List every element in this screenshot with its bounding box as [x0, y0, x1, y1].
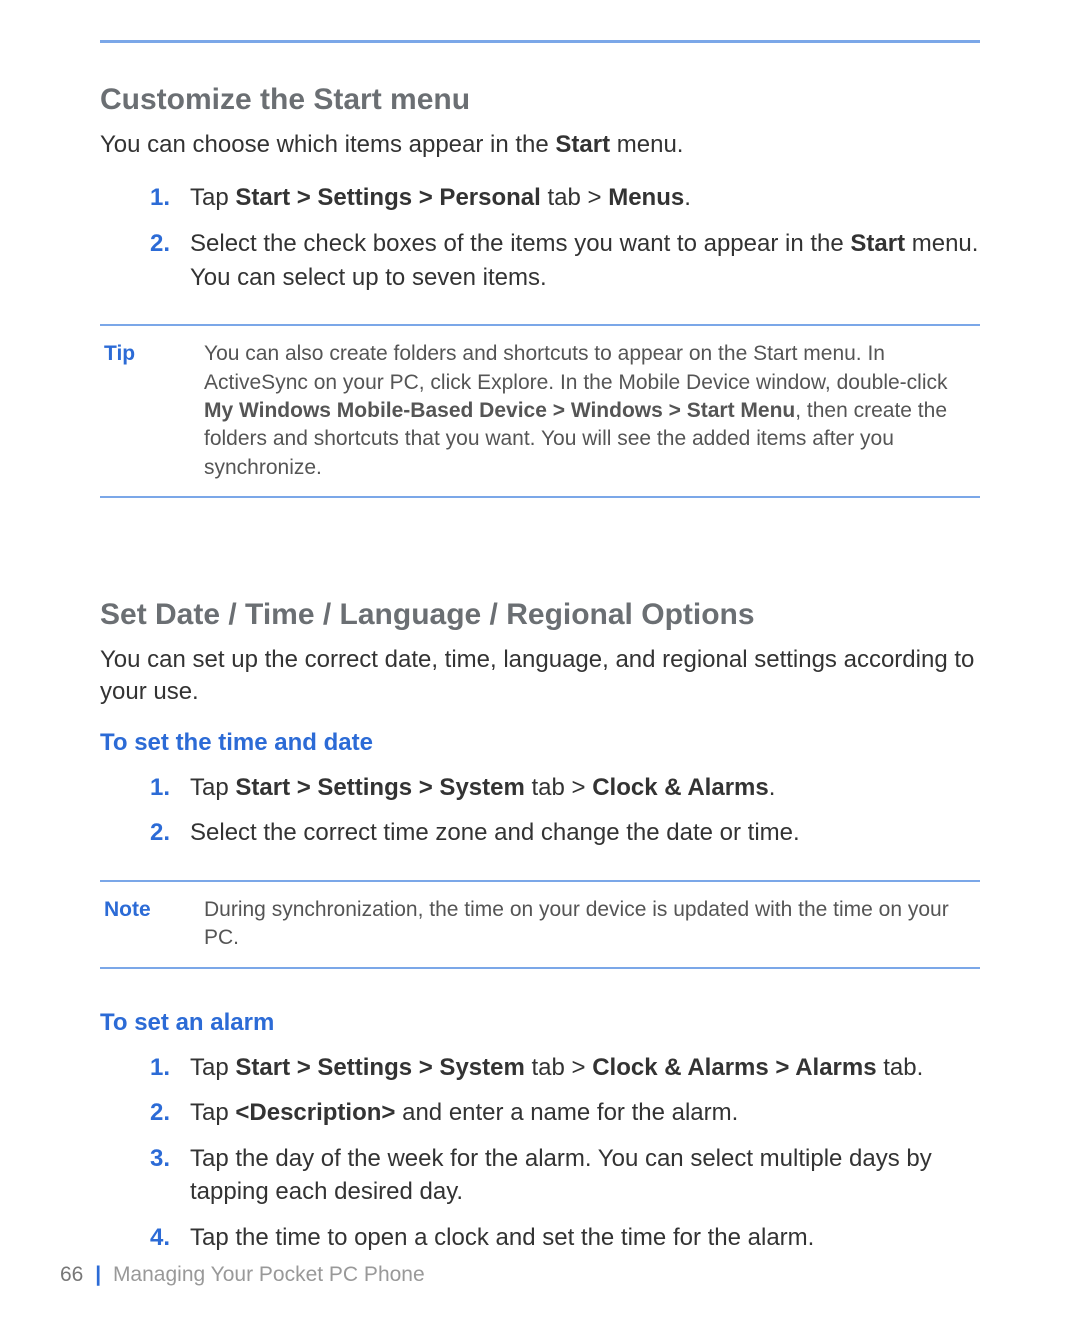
- spacer: [100, 538, 980, 598]
- page-number: 66: [60, 1263, 83, 1286]
- text-bold: Start: [850, 230, 905, 257]
- text: Tap: [190, 1054, 235, 1081]
- step-item: 2. Select the check boxes of the items y…: [100, 227, 980, 294]
- section-intro: You can choose which items appear in the…: [100, 129, 980, 161]
- text: and enter a name for the alarm.: [395, 1099, 738, 1126]
- text: .: [684, 184, 691, 211]
- step-number: 1.: [150, 771, 190, 805]
- step-text: Select the correct time zone and change …: [190, 816, 980, 850]
- tip-label: Tip: [100, 340, 204, 482]
- text-bold: Clock & Alarms > Alarms: [592, 1054, 876, 1081]
- step-number: 2.: [150, 227, 190, 294]
- note-label: Note: [100, 896, 204, 953]
- step-item: 1. Tap Start > Settings > System tab > C…: [100, 1051, 980, 1085]
- text: .: [769, 774, 776, 801]
- footer-chapter-title: Managing Your Pocket PC Phone: [113, 1263, 425, 1286]
- text-bold: My Windows Mobile-Based Device > Windows…: [204, 399, 795, 422]
- step-text: Select the check boxes of the items you …: [190, 227, 980, 294]
- text: Tap: [190, 184, 235, 211]
- text: You can also create folders and shortcut…: [204, 342, 948, 393]
- note-body: During synchronization, the time on your…: [204, 896, 980, 953]
- step-text: Tap Start > Settings > Personal tab > Me…: [190, 181, 980, 215]
- step-item: 3. Tap the day of the week for the alarm…: [100, 1142, 980, 1209]
- footer-separator: |: [95, 1263, 101, 1286]
- step-item: 1. Tap Start > Settings > Personal tab >…: [100, 181, 980, 215]
- section-intro: You can set up the correct date, time, l…: [100, 644, 980, 709]
- text-bold: <Description>: [235, 1099, 395, 1126]
- note-callout: Note During synchronization, the time on…: [100, 880, 980, 969]
- text-bold: Clock & Alarms: [592, 774, 769, 801]
- subheading-alarm: To set an alarm: [100, 1009, 980, 1037]
- step-item: 2. Select the correct time zone and chan…: [100, 816, 980, 850]
- text: menu.: [610, 131, 683, 158]
- tip-callout: Tip You can also create folders and shor…: [100, 324, 980, 498]
- step-text: Tap Start > Settings > System tab > Cloc…: [190, 1051, 980, 1085]
- step-text: Tap <Description> and enter a name for t…: [190, 1096, 980, 1130]
- section-title-customize: Customize the Start menu: [100, 83, 980, 117]
- page-footer: 66 | Managing Your Pocket PC Phone: [60, 1263, 425, 1287]
- step-text: Tap the day of the week for the alarm. Y…: [190, 1142, 980, 1209]
- step-item: 1. Tap Start > Settings > System tab > C…: [100, 771, 980, 805]
- text: tab >: [541, 184, 608, 211]
- step-number: 1.: [150, 181, 190, 215]
- document-page: Customize the Start menu You can choose …: [0, 0, 1080, 1327]
- text: Tap: [190, 1099, 235, 1126]
- text-bold: Start > Settings > System: [235, 774, 524, 801]
- step-item: 4. Tap the time to open a clock and set …: [100, 1221, 980, 1255]
- steps-list: 1. Tap Start > Settings > System tab > C…: [100, 771, 980, 850]
- text-bold: Start > Settings > System: [235, 1054, 524, 1081]
- text: Select the check boxes of the items you …: [190, 230, 850, 257]
- text-bold: Start > Settings > Personal: [235, 184, 540, 211]
- step-item: 2. Tap <Description> and enter a name fo…: [100, 1096, 980, 1130]
- step-number: 4.: [150, 1221, 190, 1255]
- text: tab >: [525, 1054, 592, 1081]
- step-number: 3.: [150, 1142, 190, 1209]
- text: tab.: [877, 1054, 924, 1081]
- text: tab >: [525, 774, 592, 801]
- subheading-time: To set the time and date: [100, 729, 980, 757]
- text-bold: Menus: [608, 184, 684, 211]
- text: You can choose which items appear in the: [100, 131, 555, 158]
- text-bold: Start: [555, 131, 610, 158]
- step-number: 2.: [150, 1096, 190, 1130]
- section-title-datetime: Set Date / Time / Language / Regional Op…: [100, 598, 980, 632]
- step-number: 1.: [150, 1051, 190, 1085]
- top-rule: [100, 40, 980, 43]
- text: Tap: [190, 774, 235, 801]
- steps-list: 1. Tap Start > Settings > System tab > C…: [100, 1051, 980, 1255]
- step-text: Tap the time to open a clock and set the…: [190, 1221, 980, 1255]
- step-number: 2.: [150, 816, 190, 850]
- steps-list: 1. Tap Start > Settings > Personal tab >…: [100, 181, 980, 294]
- tip-body: You can also create folders and shortcut…: [204, 340, 980, 482]
- step-text: Tap Start > Settings > System tab > Cloc…: [190, 771, 980, 805]
